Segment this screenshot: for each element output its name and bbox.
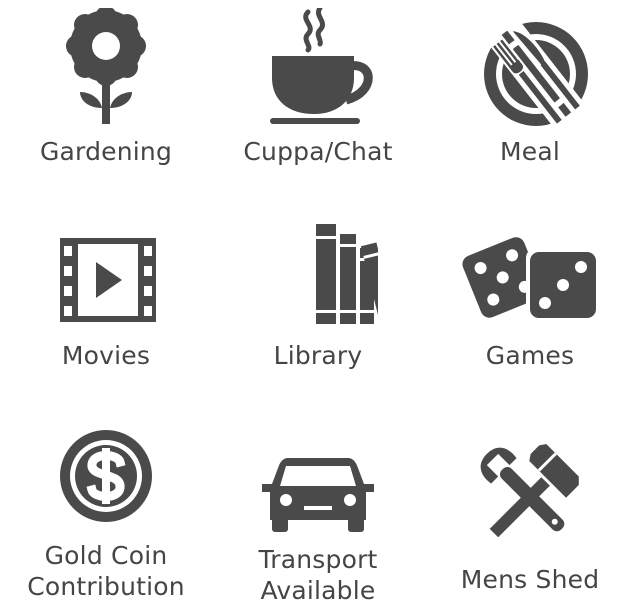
activity-label: Gardening	[39, 137, 173, 166]
activity-grid: Gardening Cuppa/Chat Meal Movies Library…	[0, 0, 636, 614]
activity-movies: Movies	[0, 222, 212, 371]
activity-gold-coin: Gold Coin Contribution	[0, 426, 212, 602]
activity-label: Library	[273, 341, 363, 370]
plate-fork-knife-icon	[484, 20, 588, 128]
film-play-icon	[60, 238, 156, 322]
activity-label: Gold Coin Contribution	[27, 541, 185, 601]
activity-library: Library	[212, 222, 424, 371]
activity-meal: Meal	[424, 8, 636, 167]
activity-gardening: Gardening	[0, 8, 212, 167]
activity-label: Games	[485, 341, 575, 370]
activity-label: Transport Available	[258, 545, 378, 605]
activity-label: Movies	[61, 341, 151, 370]
activity-label: Cuppa/Chat	[243, 137, 393, 166]
dice-icon	[462, 237, 598, 320]
activity-label: Mens Shed	[460, 565, 600, 594]
car-icon	[262, 458, 374, 532]
activity-mens-shed: Mens Shed	[424, 432, 636, 595]
activity-games: Games	[424, 222, 636, 371]
books-icon	[316, 224, 378, 328]
activity-transport: Transport Available	[212, 452, 424, 606]
dollar-coin-icon	[60, 430, 152, 522]
activity-label: Meal	[499, 137, 561, 166]
flower-icon	[62, 8, 150, 124]
tools-icon	[480, 443, 579, 538]
coffee-cup-icon	[270, 8, 373, 124]
activity-cuppa-chat: Cuppa/Chat	[212, 8, 424, 167]
